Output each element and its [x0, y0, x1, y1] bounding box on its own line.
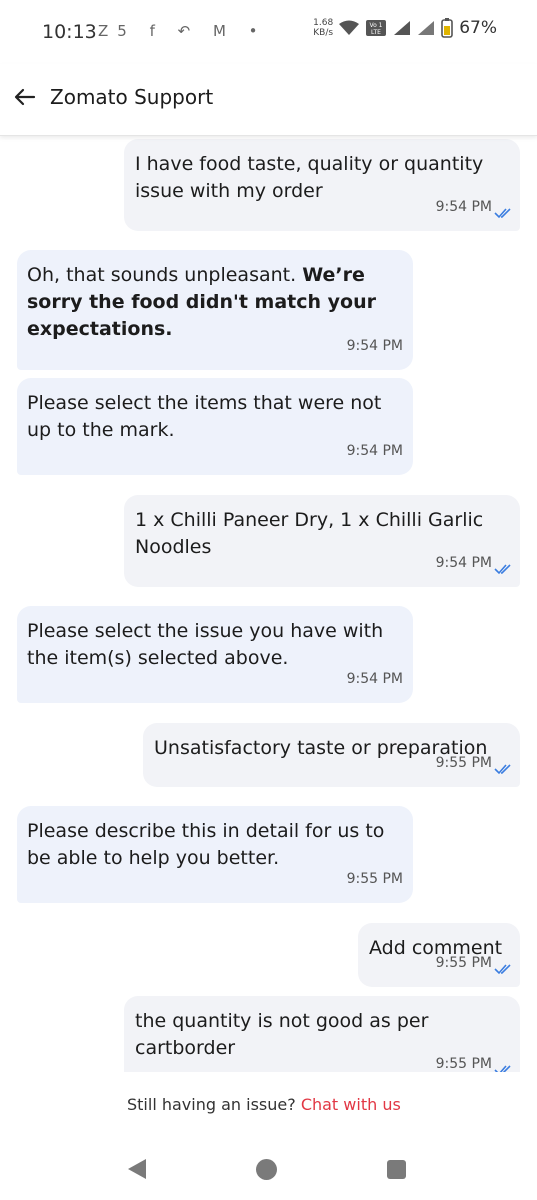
message-text-plain: Oh, that sounds unpleasant. [27, 264, 303, 286]
nav-recents-icon[interactable] [387, 1160, 406, 1179]
message-time: 9:55 PM [346, 871, 403, 887]
svg-text:LTE: LTE [371, 29, 381, 36]
message-text: Please describe this in detail for us to… [27, 820, 385, 869]
chat-with-us-link[interactable]: Chat with us [301, 1095, 401, 1114]
message-time: 9:55 PM [435, 755, 492, 771]
message-text: Oh, that sounds unpleasant. We’re sorry … [27, 262, 401, 343]
message-time: 9:54 PM [346, 338, 403, 354]
status-time: 10:13 [42, 21, 97, 43]
read-ticks-icon [494, 564, 511, 575]
status-bar: 10:13 Z5 f ↶ M • 1.68 KB/s Vo 1 LTE 67% [0, 0, 537, 64]
message-incoming: Oh, that sounds unpleasant. We’re sorry … [17, 250, 413, 370]
chat-thread[interactable]: I have food taste, quality or quantity i… [0, 136, 537, 1072]
message-time: 9:54 PM [435, 555, 492, 571]
message-outgoing: I have food taste, quality or quantity i… [124, 139, 520, 231]
notification-icons: Z5 f ↶ M • [98, 22, 267, 40]
network-speed: 1.68 KB/s [313, 18, 333, 38]
nav-home-icon[interactable] [256, 1159, 277, 1180]
footer-line: Still having an issue? Chat with us [127, 1095, 401, 1114]
nav-back-icon[interactable] [127, 1158, 147, 1180]
read-ticks-icon [494, 1065, 511, 1072]
message-incoming: Please select the items that were not up… [17, 378, 413, 475]
message-time: 9:55 PM [435, 955, 492, 971]
app-header: Zomato Support [0, 64, 537, 136]
battery-percent: 67% [459, 18, 497, 38]
message-time: 9:54 PM [346, 671, 403, 687]
read-ticks-icon [494, 964, 511, 975]
message-time: 9:54 PM [435, 199, 492, 215]
message-outgoing: the quantity is not good as per cartbord… [124, 996, 520, 1072]
message-outgoing: Unsatisfactory taste or preparation 9:55… [143, 723, 520, 787]
status-right-group: 1.68 KB/s Vo 1 LTE 67% [313, 18, 497, 38]
battery-icon [441, 18, 454, 38]
page-title: Zomato Support [50, 85, 214, 109]
read-ticks-icon [494, 764, 511, 775]
back-arrow-icon[interactable] [12, 84, 38, 110]
message-outgoing: 1 x Chilli Paneer Dry, 1 x Chilli Garlic… [124, 495, 520, 587]
network-speed-unit: KB/s [313, 28, 334, 38]
volte-icon: Vo 1LTE [366, 20, 387, 36]
message-time: 9:54 PM [346, 443, 403, 459]
svg-text:Vo 1: Vo 1 [370, 22, 383, 29]
footer-prompt: Still having an issue? [127, 1095, 296, 1114]
message-time: 9:55 PM [435, 1056, 492, 1072]
message-incoming: Please select the issue you have with th… [17, 606, 413, 703]
android-nav-bar [0, 1138, 537, 1200]
message-text: Please select the issue you have with th… [27, 620, 384, 669]
read-ticks-icon [494, 208, 511, 219]
support-footer: Still having an issue? Chat with us [0, 1072, 537, 1138]
network-speed-value: 1.68 [313, 18, 334, 28]
message-outgoing: Add comment 9:55 PM [358, 923, 520, 987]
message-text: Please select the items that were not up… [27, 392, 382, 441]
wifi-icon [339, 20, 360, 35]
signal-icon [394, 21, 411, 35]
signal-icon-2 [418, 21, 435, 35]
message-incoming: Please describe this in detail for us to… [17, 806, 413, 903]
